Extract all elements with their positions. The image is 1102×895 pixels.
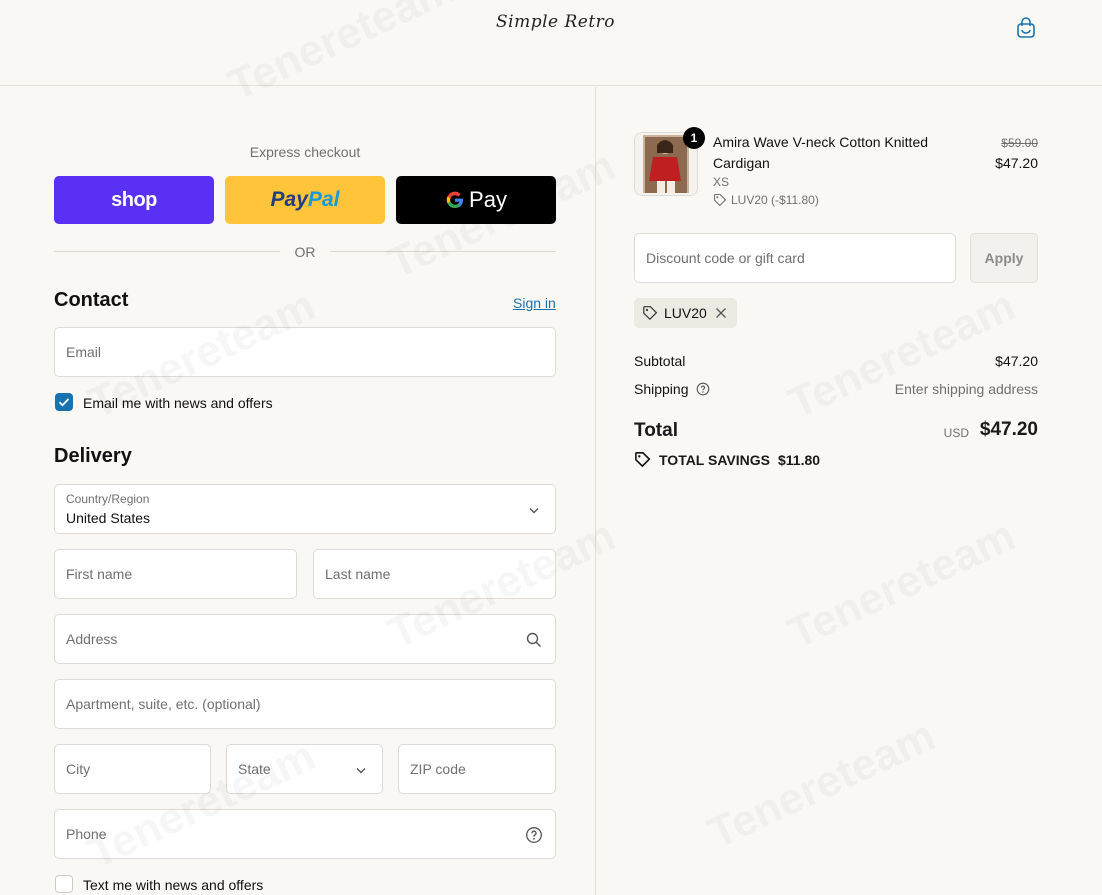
first-name-placeholder: First name [66, 566, 133, 582]
apartment-placeholder: Apartment, suite, etc. (optional) [66, 696, 261, 712]
applied-code-tag: LUV20 [634, 298, 737, 328]
state-placeholder: State [238, 761, 271, 777]
phone-field[interactable]: Phone [54, 809, 556, 859]
checkout-form-panel: Express checkout shop PayPal Pay OR Cont… [0, 87, 595, 895]
product-name: Amira Wave V-neck Cotton Knitted Cardiga… [713, 134, 929, 171]
delivery-title: Delivery [54, 445, 132, 467]
subtotal-label: Subtotal [634, 353, 686, 369]
store-logo[interactable]: Simple Retro [496, 12, 615, 32]
product-variant: XS [713, 175, 730, 189]
first-name-field[interactable]: First name [54, 549, 297, 599]
or-label: OR [294, 244, 316, 260]
total-value: $47.20 [979, 419, 1038, 440]
contact-title: Contact [54, 289, 129, 311]
google-pay-label: Pay [469, 187, 507, 212]
phone-placeholder: Phone [66, 826, 107, 842]
original-price: $59.00 [1001, 136, 1038, 150]
product-discount: LUV20 (-$11.80) [713, 193, 819, 207]
checkmark-icon [58, 398, 70, 407]
shop-pay-label: shop [111, 188, 157, 211]
paypal-button[interactable]: PayPal [225, 176, 385, 224]
total-savings-value: $11.80 [777, 451, 821, 468]
city-field[interactable]: City [54, 744, 211, 794]
google-pay-button[interactable]: Pay [396, 176, 556, 224]
sms-news-label: Text me with news and offers [83, 877, 264, 893]
product-price: $47.20 [995, 155, 1038, 171]
close-icon[interactable] [713, 305, 729, 321]
email-placeholder: Email [66, 344, 102, 360]
shipping-row: Shipping Enter shipping address [634, 381, 1038, 397]
total-currency: USD [943, 426, 969, 440]
discount-code-placeholder: Discount code or gift card [646, 250, 805, 266]
country-select[interactable]: Country/Region United States [54, 484, 556, 534]
shipping-label: Shipping [634, 381, 689, 397]
shipping-value: Enter shipping address [894, 381, 1038, 397]
zip-field[interactable]: ZIP code [398, 744, 556, 794]
state-select[interactable]: State [226, 744, 383, 794]
apply-discount-button[interactable]: Apply [970, 233, 1038, 283]
google-g-icon [446, 191, 464, 209]
or-divider: OR [54, 244, 556, 260]
tag-icon [643, 306, 658, 321]
paypal-label: PayPal [270, 188, 340, 211]
sms-news-checkbox[interactable] [55, 875, 73, 893]
last-name-placeholder: Last name [325, 566, 391, 582]
shop-pay-button[interactable]: shop [54, 176, 214, 224]
chevron-down-icon [529, 508, 539, 514]
last-name-field[interactable]: Last name [313, 549, 556, 599]
header: Simple Retro [0, 0, 1102, 86]
email-news-checkbox[interactable] [55, 393, 73, 411]
sign-in-link[interactable]: Sign in [513, 295, 556, 311]
apartment-field[interactable]: Apartment, suite, etc. (optional) [54, 679, 556, 729]
total-savings: TOTAL SAVINGS $11.80 [634, 451, 820, 468]
quantity-badge: 1 [683, 127, 705, 149]
search-icon[interactable] [525, 631, 543, 649]
zip-placeholder: ZIP code [410, 761, 466, 777]
tag-icon [635, 452, 651, 468]
product-discount-text: LUV20 (-$11.80) [731, 193, 819, 207]
applied-code-label: LUV20 [664, 305, 707, 321]
express-checkout-title: Express checkout [249, 144, 361, 160]
total-label: Total [634, 420, 678, 441]
chevron-down-icon [356, 768, 366, 774]
shopping-bag-icon[interactable] [1014, 16, 1038, 40]
address-placeholder: Address [66, 631, 118, 647]
subtotal-value: $47.20 [995, 353, 1038, 369]
email-field[interactable]: Email [54, 327, 556, 377]
help-icon[interactable] [696, 382, 710, 396]
email-news-label: Email me with news and offers [83, 395, 273, 411]
subtotal-row: Subtotal $47.20 [634, 353, 1038, 369]
country-value: United States [66, 510, 151, 526]
tag-icon [713, 193, 727, 207]
address-field[interactable]: Address [54, 614, 556, 664]
help-icon[interactable] [525, 826, 543, 844]
total-savings-label: TOTAL SAVINGS [659, 451, 770, 468]
country-label: Country/Region [66, 492, 150, 506]
city-placeholder: City [66, 761, 91, 777]
discount-code-field[interactable]: Discount code or gift card [634, 233, 956, 283]
order-summary-panel: 1 Amira Wave V-neck Cotton Knitted Cardi… [596, 87, 1102, 895]
